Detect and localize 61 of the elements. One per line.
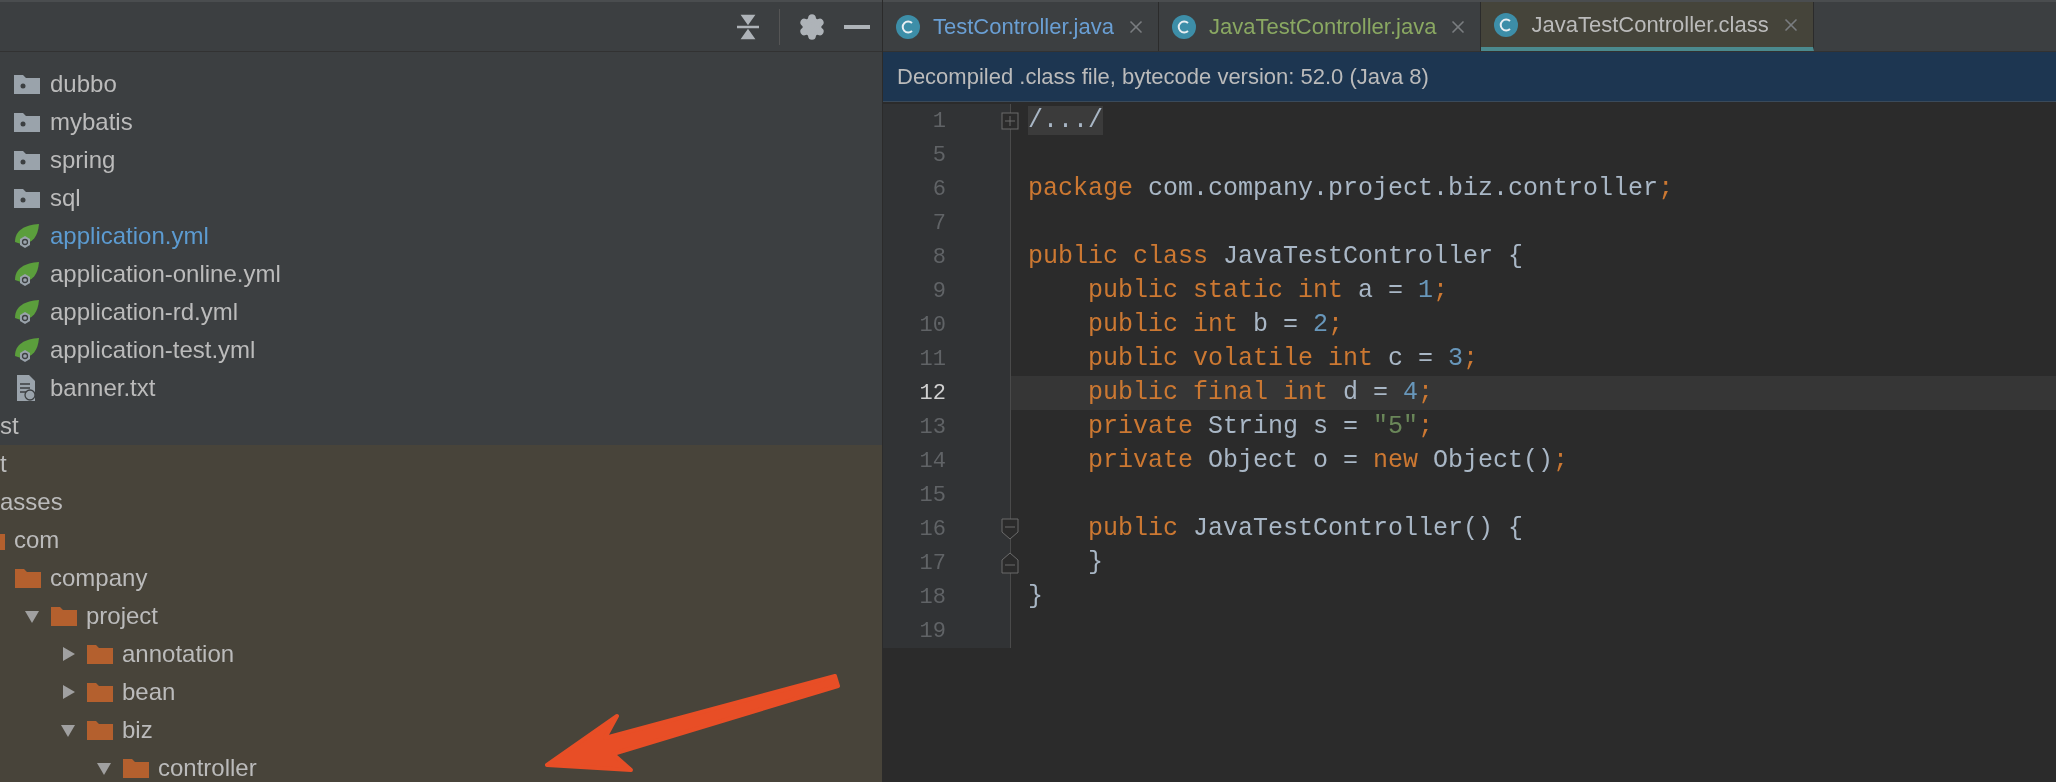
code-line: package com.company.project.biz.controller; [1028,173,1674,206]
fold-collapse-icon[interactable] [1001,518,1019,540]
folder-icon [13,73,41,95]
tree-item[interactable]: application-rd.yml [50,294,239,330]
tree-item[interactable]: spring [50,142,116,178]
tree-item[interactable]: controller [158,750,257,782]
code-line: public static int a = 1; [1087,275,1449,308]
folder-icon [13,149,41,171]
tree-item[interactable]: annotation [122,636,235,672]
tree-item[interactable]: com [14,522,60,558]
tree-item[interactable]: application.yml [50,218,209,254]
decompiled-notice: Decompiled .class file, bytecode version: 52.0 (Java 8) [897,63,1429,91]
tree-item[interactable]: st [0,408,19,444]
folder-icon [14,567,42,589]
code-line: private Object o = new Object(); [1087,445,1569,478]
tree-item[interactable]: dubbo [50,66,117,102]
expanded-arrow-icon[interactable] [23,608,40,624]
tree-item[interactable]: application-online.yml [50,256,281,292]
leaf-icon [13,298,41,326]
code-line: } [1028,581,1043,614]
class-icon [895,13,921,40]
editor-tab[interactable]: TestController.java [883,2,1159,51]
folder-icon [13,187,41,209]
folder-icon [122,757,150,779]
tree-item[interactable]: project [86,598,159,634]
code-line: public JavaTestController() { [1087,513,1524,546]
code-line: private String s = "5"; [1087,411,1434,444]
tree-item[interactable]: biz [122,712,153,748]
leaf-icon [13,260,41,288]
code-line: public class JavaTestController { [1028,241,1524,274]
editor-tab[interactable]: JavaTestController.class [1481,2,1814,51]
folder-icon [86,719,114,741]
line-number: 12 [919,379,946,408]
settings-icon[interactable] [798,12,826,41]
expanded-arrow-icon[interactable] [59,722,76,738]
leaf-icon [13,336,41,364]
minimize-icon[interactable] [844,23,870,30]
folder-icon [86,681,114,703]
editor-tab[interactable]: JavaTestController.java [1159,2,1482,51]
folder-icon [86,643,114,665]
tree-item[interactable]: banner.txt [50,370,156,406]
class-icon [1171,13,1197,40]
leaf-icon [13,222,41,250]
folder-icon [13,111,41,133]
class-icon [1493,11,1520,38]
tree-item[interactable]: mybatis [50,104,133,140]
code-line: public final int d = 4; [1087,377,1434,410]
code-line: } [1087,547,1103,580]
code-line: public int b = 2; [1087,309,1344,342]
tree-item[interactable]: sql [50,180,81,216]
tree-item[interactable]: asses [0,484,63,520]
tree-item[interactable]: t [0,446,7,482]
expanded-arrow-icon[interactable] [95,760,112,776]
fold-expand-icon[interactable] [1001,112,1019,130]
tree-item[interactable]: company [50,560,148,596]
folder-icon [50,605,78,627]
tree-item[interactable]: application-test.yml [50,332,256,368]
fold-end-icon[interactable] [1001,552,1019,574]
collapse-all-icon[interactable] [735,12,761,41]
tree-item[interactable]: bean [122,674,176,710]
code-line: public volatile int c = 3; [1087,343,1479,376]
